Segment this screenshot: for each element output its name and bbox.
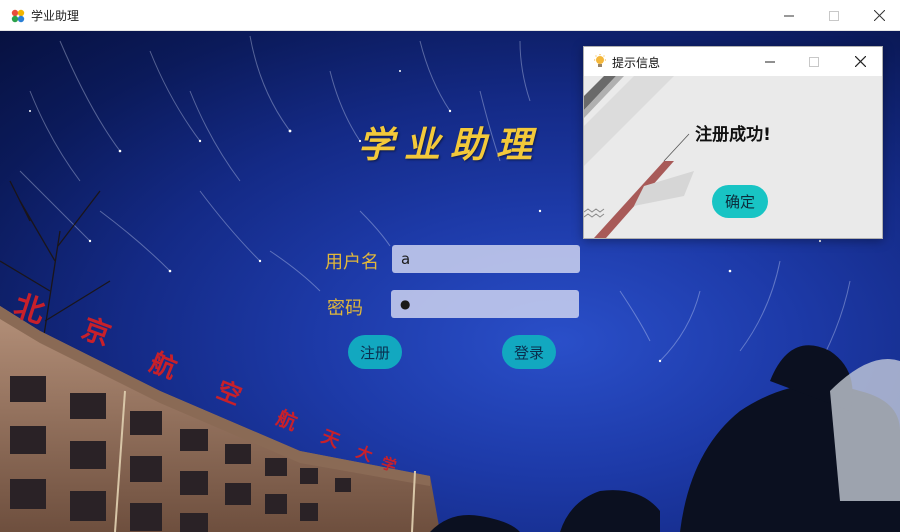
svg-text:天: 天: [318, 426, 343, 453]
maximize-button[interactable]: [811, 0, 857, 31]
svg-text:航: 航: [273, 405, 301, 435]
dialog-body: 注册成功! 确定: [584, 76, 882, 238]
svg-text:京: 京: [78, 312, 116, 353]
main-window-titlebar[interactable]: 学业助理: [0, 0, 900, 31]
dialog-minimize-button[interactable]: [748, 47, 792, 76]
dialog-maximize-button[interactable]: [792, 47, 836, 76]
app-logo-icon: [10, 8, 26, 24]
username-label: 用户名: [325, 252, 379, 273]
close-button[interactable]: [856, 0, 900, 31]
message-dialog: 提示信息 注册成功! 确定: [583, 46, 883, 239]
maximize-icon: [809, 56, 819, 67]
password-input[interactable]: ●: [391, 290, 579, 318]
minimize-icon: [765, 61, 775, 62]
svg-text:航: 航: [145, 347, 181, 385]
register-button[interactable]: 注册: [348, 335, 402, 369]
login-button[interactable]: 登录: [502, 335, 556, 369]
window-title: 学业助理: [31, 9, 80, 23]
close-icon: [854, 56, 866, 67]
maximize-icon: [829, 10, 839, 21]
dialog-title: 提示信息: [612, 56, 661, 70]
close-icon: [873, 10, 885, 21]
minimize-button[interactable]: [766, 0, 812, 31]
password-label: 密码: [327, 298, 363, 319]
dialog-message: 注册成功!: [695, 125, 771, 145]
app-heading: 学业助理: [358, 124, 543, 166]
lightbulb-icon: [593, 54, 607, 73]
ok-button[interactable]: 确定: [712, 185, 768, 218]
minimize-icon: [784, 15, 794, 16]
svg-text:空: 空: [213, 375, 246, 411]
dialog-close-button[interactable]: [838, 47, 882, 76]
dialog-titlebar[interactable]: 提示信息: [584, 47, 882, 76]
username-input[interactable]: a: [392, 245, 580, 273]
svg-text:大: 大: [354, 442, 376, 465]
